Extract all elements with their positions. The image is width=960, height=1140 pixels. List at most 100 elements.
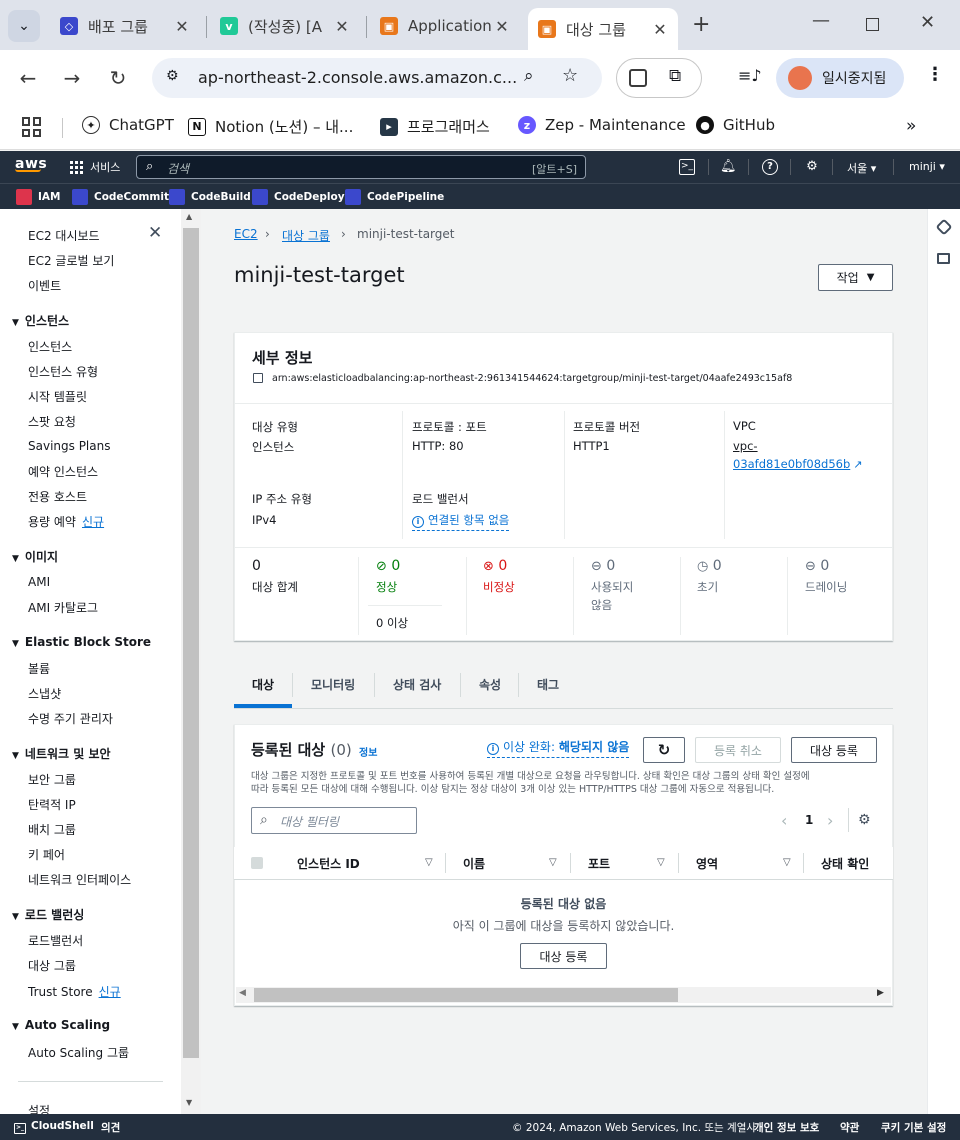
cloudshell-footer-button[interactable]: >_ CloudShell xyxy=(14,1120,94,1134)
load-balancer-value[interactable]: i 연결된 항목 없음 xyxy=(412,512,510,531)
nav-spot-requests[interactable]: 스팟 요청 xyxy=(28,413,76,430)
column-name[interactable]: 이름 xyxy=(463,855,485,872)
sort-caret-icon[interactable]: ▽ xyxy=(657,857,665,868)
cookie-preferences-link[interactable]: 쿠키 기본 설정 xyxy=(881,1120,946,1135)
back-icon[interactable]: ← xyxy=(14,64,42,92)
scroll-down-arrow-icon[interactable]: ▼ xyxy=(186,1098,192,1107)
nav-volumes[interactable]: 볼륨 xyxy=(28,660,50,677)
column-health-status[interactable]: 상태 확인 xyxy=(821,855,869,872)
nav-instances[interactable]: 인스턴스 xyxy=(28,338,72,355)
close-tab-icon[interactable]: ✕ xyxy=(334,17,350,36)
minimize-icon[interactable]: — xyxy=(812,10,830,31)
help-icon[interactable]: ? xyxy=(762,159,778,175)
nav-target-groups[interactable]: 대상 그룹 xyxy=(28,957,76,974)
account-menu[interactable]: minji ▾ xyxy=(909,160,945,173)
media-control-icon[interactable]: ≡♪ xyxy=(738,66,762,85)
scroll-left-arrow-icon[interactable]: ◀ xyxy=(239,988,246,998)
bookmark-github[interactable]: ● GitHub xyxy=(696,116,775,134)
bookmark-chatgpt[interactable]: ✦ ChatGPT xyxy=(82,116,174,134)
bookmark-star-icon[interactable]: ☆ xyxy=(562,65,578,86)
profile-button[interactable]: 일시중지됨 xyxy=(776,58,904,98)
browser-tab-application[interactable]: ▣ Application ✕ xyxy=(370,8,520,44)
nav-section-network[interactable]: ▼ 네트워크 및 보안 xyxy=(12,745,111,762)
table-preferences-gear-icon[interactable]: ⚙ xyxy=(858,812,871,828)
nav-section-instances[interactable]: ▼ 인스턴스 xyxy=(12,312,69,329)
favorite-codedeploy[interactable]: CodeDeploy xyxy=(252,189,345,205)
nav-ami-catalog[interactable]: AMI 카탈로그 xyxy=(28,599,98,616)
nav-reserved-instances[interactable]: 예약 인스턴스 xyxy=(28,463,98,480)
close-window-icon[interactable]: ✕ xyxy=(920,12,935,33)
table-scrollbar-thumb[interactable] xyxy=(254,988,678,1002)
sort-caret-icon[interactable]: ▽ xyxy=(425,857,433,868)
nav-launch-templates[interactable]: 시작 템플릿 xyxy=(28,388,87,405)
services-menu-button[interactable]: 서비스 xyxy=(70,159,120,175)
nav-trust-store[interactable]: Trust Store 신규 xyxy=(28,983,121,1000)
cloudshell-icon[interactable]: >_ xyxy=(679,159,695,175)
select-all-checkbox[interactable] xyxy=(251,857,263,869)
extension-icon[interactable] xyxy=(629,69,647,87)
terms-link[interactable]: 약관 xyxy=(840,1120,859,1135)
nav-section-ebs[interactable]: ▼ Elastic Block Store xyxy=(12,635,151,649)
next-page-icon[interactable]: › xyxy=(827,811,833,830)
favorite-codepipeline[interactable]: CodePipeline xyxy=(345,189,444,205)
chrome-menu-icon[interactable]: ⋮ xyxy=(926,64,944,85)
notifications-bell-icon[interactable]: 🔔︎ xyxy=(720,159,737,175)
nav-section-load-balancing[interactable]: ▼ 로드 밸런싱 xyxy=(12,906,84,923)
nav-placement-groups[interactable]: 배치 그룹 xyxy=(28,821,76,838)
actions-dropdown-button[interactable]: 작업 ▼ xyxy=(818,264,893,291)
aws-logo[interactable]: aws xyxy=(15,156,47,172)
puzzle-extensions-icon[interactable]: ⧉ xyxy=(669,66,681,86)
info-link[interactable]: 정보 xyxy=(359,744,377,759)
tab-targets[interactable]: 대상 xyxy=(252,676,274,693)
page-number[interactable]: 1 xyxy=(805,813,813,827)
close-nav-icon[interactable]: ✕ xyxy=(148,223,162,243)
empty-register-targets-button[interactable]: 대상 등록 xyxy=(520,943,607,969)
favorite-codecommit[interactable]: CodeCommit xyxy=(72,189,169,205)
browser-tab-draft[interactable]: v (작성중) [A ✕ xyxy=(210,8,360,44)
sidenav-scrollbar-thumb[interactable] xyxy=(183,228,199,1058)
site-info-icon[interactable]: ⚙ xyxy=(166,68,179,84)
nav-dedicated-hosts[interactable]: 전용 호스트 xyxy=(28,488,87,505)
favorite-iam[interactable]: IAM xyxy=(16,189,60,205)
column-zone[interactable]: 영역 xyxy=(696,855,718,872)
feedback-link[interactable]: 의견 xyxy=(101,1120,120,1135)
close-tab-icon[interactable]: ✕ xyxy=(174,17,190,36)
copy-icon[interactable] xyxy=(253,373,263,383)
nav-ami[interactable]: AMI xyxy=(28,575,50,589)
column-instance-id[interactable]: 인스턴스 ID xyxy=(297,855,360,872)
nav-instance-types[interactable]: 인스턴스 유형 xyxy=(28,363,98,380)
privacy-link[interactable]: 개인 정보 보호 xyxy=(754,1120,819,1135)
close-tab-icon[interactable]: ✕ xyxy=(494,17,510,36)
prev-page-icon[interactable]: ‹ xyxy=(781,811,787,830)
bookmark-programmers[interactable]: ▸ 프로그래머스 xyxy=(380,116,490,137)
sort-caret-icon[interactable]: ▽ xyxy=(549,857,557,868)
tab-attributes[interactable]: 속성 xyxy=(479,676,501,693)
nav-ec2-dashboard[interactable]: EC2 대시보드 xyxy=(28,227,100,244)
browser-tab-deploy-group[interactable]: ◇ 배포 그룹 ✕ xyxy=(50,8,200,44)
nav-load-balancers[interactable]: 로드밸런서 xyxy=(28,932,83,949)
bookmark-notion[interactable]: N Notion (노션) – 내... xyxy=(188,116,353,137)
close-tab-icon[interactable]: ✕ xyxy=(652,20,668,39)
vpc-link[interactable]: 03afd81e0bf08d56b ↗ xyxy=(733,457,863,471)
sort-caret-icon[interactable]: ▽ xyxy=(783,857,791,868)
nav-section-auto-scaling[interactable]: ▼ Auto Scaling xyxy=(12,1018,110,1032)
nav-savings-plans[interactable]: Savings Plans xyxy=(28,439,110,453)
scroll-up-arrow-icon[interactable]: ▲ xyxy=(186,212,192,221)
maximize-icon[interactable] xyxy=(866,18,879,31)
favorite-codebuild[interactable]: CodeBuild xyxy=(169,189,251,205)
feedback-panel-icon[interactable] xyxy=(937,253,950,264)
region-selector[interactable]: 서울 ▾ xyxy=(847,160,876,176)
browser-tab-target-group[interactable]: ▣ 대상 그룹 ✕ xyxy=(528,8,678,50)
settings-gear-icon[interactable]: ⚙ xyxy=(804,159,820,175)
breadcrumb-ec2[interactable]: EC2 xyxy=(234,227,258,241)
anomaly-mitigation-link[interactable]: i 이상 완화: 해당되지 않음 xyxy=(487,738,630,758)
nav-elastic-ips[interactable]: 탄력적 IP xyxy=(28,796,76,813)
nav-capacity-reservations[interactable]: 용량 예약 신규 xyxy=(28,513,104,530)
nav-section-images[interactable]: ▼ 이미지 xyxy=(12,548,58,565)
nav-lifecycle-manager[interactable]: 수명 주기 관리자 xyxy=(28,710,113,727)
nav-network-interfaces[interactable]: 네트워크 인터페이스 xyxy=(28,871,131,888)
target-filter-input[interactable]: ⌕ 대상 필터링 xyxy=(251,807,417,834)
omnibox[interactable]: ⚙ ap-northeast-2.console.aws.amazon.c...… xyxy=(152,58,602,98)
scroll-right-arrow-icon[interactable]: ▶ xyxy=(877,988,884,998)
nav-snapshots[interactable]: 스냅샷 xyxy=(28,685,61,702)
